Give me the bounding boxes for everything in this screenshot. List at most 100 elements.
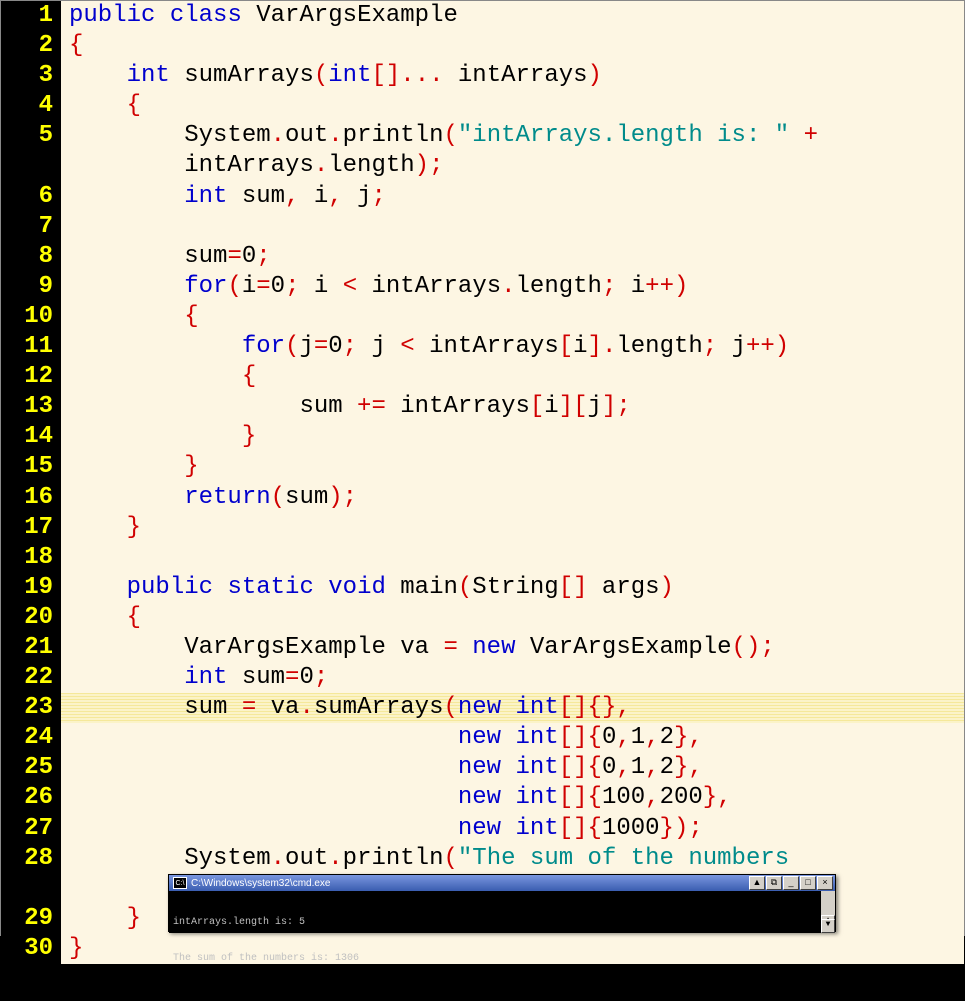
code-content[interactable]: new int[]{100,200}, xyxy=(61,783,964,813)
code-line[interactable]: 18 xyxy=(1,543,964,573)
code-content[interactable]: new int[]{0,1,2}, xyxy=(61,753,964,783)
cmd-maximize-button[interactable]: □ xyxy=(800,876,816,890)
code-line[interactable]: 3 int sumArrays(int[]... intArrays) xyxy=(1,61,964,91)
code-line[interactable]: 19 public static void main(String[] args… xyxy=(1,573,964,603)
code-line[interactable]: 21 VarArgsExample va = new VarArgsExampl… xyxy=(1,633,964,663)
cmd-scrollback-up-button[interactable]: ▲ xyxy=(749,876,765,890)
token-pn: ( xyxy=(314,62,328,89)
code-line[interactable]: 22 int sum=0; xyxy=(1,663,964,693)
code-content[interactable] xyxy=(61,543,964,573)
token-id: 0 xyxy=(271,273,285,300)
code-content[interactable]: new int[]{1000}); xyxy=(61,814,964,844)
code-content[interactable]: new int[]{0,1,2}, xyxy=(61,723,964,753)
code-content[interactable]: public static void main(String[] args) xyxy=(61,573,964,603)
code-line[interactable]: 13 sum += intArrays[i][j]; xyxy=(1,392,964,422)
token-pn: = xyxy=(256,273,270,300)
code-line[interactable]: 25 new int[]{0,1,2}, xyxy=(1,753,964,783)
code-content[interactable]: return(sum); xyxy=(61,483,964,513)
token-id: 1 xyxy=(631,754,645,781)
code-content[interactable]: { xyxy=(61,91,964,121)
code-line[interactable]: 10 { xyxy=(1,302,964,332)
line-number: 6 xyxy=(1,182,61,212)
code-content[interactable]: { xyxy=(61,362,964,392)
code-content[interactable] xyxy=(61,212,964,242)
token-id xyxy=(69,333,242,360)
code-content[interactable]: } xyxy=(61,513,964,543)
line-number: 29 xyxy=(1,904,61,934)
token-id xyxy=(69,453,184,480)
token-id: i xyxy=(299,183,328,210)
token-pn: ++) xyxy=(645,273,688,300)
code-line[interactable]: intArrays.length); xyxy=(1,151,964,181)
cmd-restore-button[interactable]: ⧉ xyxy=(766,876,782,890)
token-pn: }, xyxy=(674,724,703,751)
token-id: VarArgsExample xyxy=(242,2,458,29)
code-content[interactable]: { xyxy=(61,603,964,633)
cmd-window[interactable]: C:\ C:\Windows\system32\cmd.exe ▲ ⧉ _ □ … xyxy=(168,874,836,932)
code-content[interactable]: int sumArrays(int[]... intArrays) xyxy=(61,61,964,91)
token-id: 1 xyxy=(631,724,645,751)
token-pn: ; xyxy=(371,183,385,210)
token-kw: int xyxy=(516,784,559,811)
code-line[interactable]: 28 System.out.println("The sum of the nu… xyxy=(1,844,964,874)
code-content[interactable]: System.out.println("intArrays.length is:… xyxy=(61,121,964,151)
code-line[interactable]: 20 { xyxy=(1,603,964,633)
code-content[interactable]: int sum=0; xyxy=(61,663,964,693)
cmd-minimize-button[interactable]: _ xyxy=(783,876,799,890)
code-line[interactable]: 5 System.out.println("intArrays.length i… xyxy=(1,121,964,151)
code-content[interactable]: for(j=0; j < intArrays[i].length; j++) xyxy=(61,332,964,362)
code-content[interactable]: int sum, i, j; xyxy=(61,182,964,212)
line-number xyxy=(1,151,61,181)
token-kw: new xyxy=(458,784,501,811)
code-content[interactable]: sum = va.sumArrays(new int[]{}, xyxy=(61,693,964,723)
cmd-titlebar[interactable]: C:\ C:\Windows\system32\cmd.exe ▲ ⧉ _ □ … xyxy=(169,875,835,891)
code-content[interactable]: VarArgsExample va = new VarArgsExample()… xyxy=(61,633,964,663)
code-line[interactable]: 27 new int[]{1000}); xyxy=(1,814,964,844)
code-line[interactable]: 17 } xyxy=(1,513,964,543)
code-line[interactable]: 2{ xyxy=(1,31,964,61)
code-line[interactable]: 15 } xyxy=(1,452,964,482)
token-kw: new xyxy=(458,724,501,751)
token-id: 2 xyxy=(660,754,674,781)
code-line[interactable]: 23 sum = va.sumArrays(new int[]{}, xyxy=(1,693,964,723)
token-kw: new xyxy=(472,634,515,661)
code-content[interactable]: System.out.println("The sum of the numbe… xyxy=(61,844,964,874)
token-kw: public xyxy=(69,2,155,29)
code-line[interactable]: 24 new int[]{0,1,2}, xyxy=(1,723,964,753)
cmd-close-button[interactable]: × xyxy=(817,876,833,890)
code-line[interactable]: 7 xyxy=(1,212,964,242)
token-id: 0 xyxy=(242,243,256,270)
token-id: 100 xyxy=(602,784,645,811)
token-id xyxy=(69,92,127,119)
code-line[interactable]: 1public class VarArgsExample xyxy=(1,1,964,31)
code-content[interactable]: intArrays.length); xyxy=(61,151,964,181)
token-kw: int xyxy=(184,664,227,691)
code-content[interactable]: { xyxy=(61,302,964,332)
code-line[interactable]: 4 { xyxy=(1,91,964,121)
code-line[interactable]: 26 new int[]{100,200}, xyxy=(1,783,964,813)
token-pn: . xyxy=(299,694,313,721)
code-content[interactable]: { xyxy=(61,31,964,61)
line-number: 19 xyxy=(1,573,61,603)
code-content[interactable]: } xyxy=(61,452,964,482)
code-editor[interactable]: 1public class VarArgsExample2{3 int sumA… xyxy=(0,0,965,936)
code-content[interactable]: for(i=0; i < intArrays.length; i++) xyxy=(61,272,964,302)
token-pn: < xyxy=(400,333,414,360)
code-line[interactable]: 14 } xyxy=(1,422,964,452)
token-pn: . xyxy=(501,273,515,300)
code-line[interactable]: 11 for(j=0; j < intArrays[i].length; j++… xyxy=(1,332,964,362)
line-number: 28 xyxy=(1,844,61,874)
code-line[interactable]: 9 for(i=0; i < intArrays.length; i++) xyxy=(1,272,964,302)
scroll-down-icon[interactable]: ▼ xyxy=(821,919,835,933)
code-line[interactable]: 6 int sum, i, j; xyxy=(1,182,964,212)
cmd-scrollbar[interactable]: ▲ ▼ xyxy=(821,891,835,933)
code-content[interactable]: public class VarArgsExample xyxy=(61,1,964,31)
code-line[interactable]: 8 sum=0; xyxy=(1,242,964,272)
code-content[interactable]: sum += intArrays[i][j]; xyxy=(61,392,964,422)
code-line[interactable]: 12 { xyxy=(1,362,964,392)
code-content[interactable]: sum=0; xyxy=(61,242,964,272)
code-content[interactable]: } xyxy=(61,422,964,452)
token-id: 200 xyxy=(660,784,703,811)
code-line[interactable]: 16 return(sum); xyxy=(1,483,964,513)
token-pn: { xyxy=(242,363,256,390)
